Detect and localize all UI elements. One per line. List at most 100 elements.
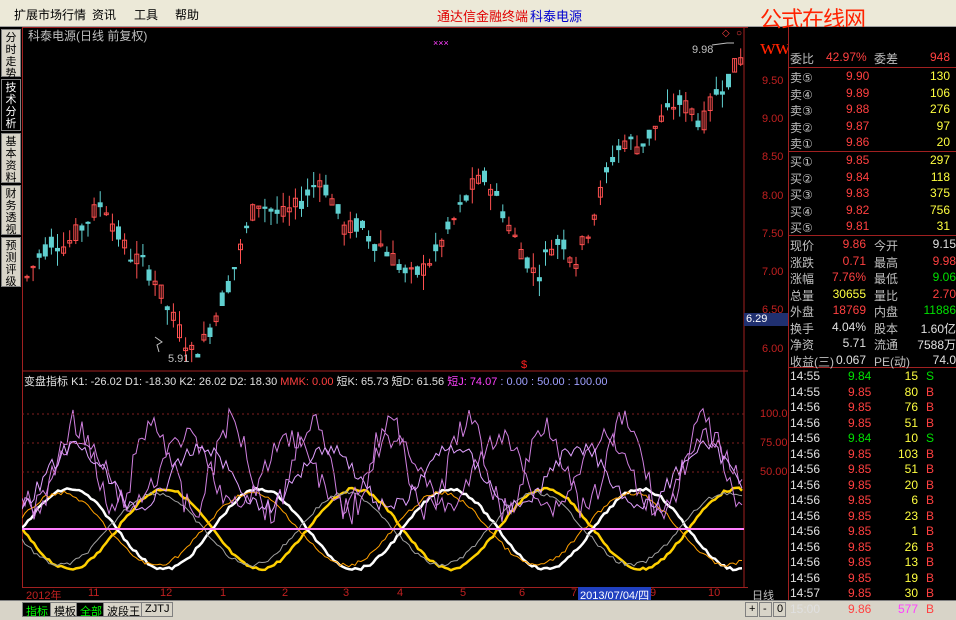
tick-side: B bbox=[926, 555, 935, 569]
ask-row: 卖③ 9.88 276 bbox=[790, 102, 950, 119]
candle-body bbox=[244, 225, 250, 229]
menu-extended-market[interactable]: 扩展市场行情 bbox=[14, 6, 86, 23]
ask-price: 9.89 bbox=[846, 85, 870, 100]
ask-row: 卖④ 9.89 106 bbox=[790, 86, 950, 103]
tick-price: 9.84 bbox=[848, 431, 872, 445]
stat-row: 外盘 18769 内盘 11886 bbox=[790, 303, 956, 320]
candle-body bbox=[726, 73, 731, 88]
tick-volume: 1 bbox=[911, 524, 918, 538]
bid-volume: 118 bbox=[930, 169, 950, 184]
tab-rating[interactable]: 预测评级 bbox=[1, 237, 21, 288]
high-price-label: 9.98 bbox=[692, 44, 714, 56]
stat-label: 外盘 bbox=[790, 305, 815, 319]
circle-icon[interactable]: ○ bbox=[736, 28, 742, 39]
candle-body bbox=[646, 129, 652, 139]
stat-label: 涨跌 bbox=[790, 255, 815, 270]
candle-body bbox=[262, 206, 268, 209]
tab-technical[interactable]: 技术分析 bbox=[1, 79, 21, 131]
tick-volume: 30 bbox=[904, 586, 918, 600]
candle-body bbox=[116, 226, 121, 240]
candle-body bbox=[55, 247, 60, 252]
candlestick-series bbox=[24, 48, 744, 363]
tick-price: 9.85 bbox=[848, 524, 872, 538]
candle-body bbox=[231, 266, 237, 270]
candle-body bbox=[48, 236, 54, 248]
diamond-icon[interactable]: ◇ bbox=[722, 28, 730, 39]
stat-value: 0.71 bbox=[842, 253, 866, 268]
bid-price: 9.83 bbox=[846, 186, 870, 200]
candle-body bbox=[414, 266, 420, 275]
tab-all[interactable]: 全部 bbox=[76, 602, 106, 618]
tab-basic-info[interactable]: 基本资料 bbox=[1, 133, 21, 184]
candle-body bbox=[128, 259, 134, 262]
tab-timeshare[interactable]: 分时走势 bbox=[1, 29, 21, 80]
ask-price: 9.88 bbox=[846, 102, 870, 116]
candle-body bbox=[451, 218, 457, 221]
indicator-name[interactable]: 变盘指标 bbox=[24, 376, 68, 388]
menu-help[interactable]: 帮助 bbox=[175, 6, 199, 23]
stat-label: 换手 bbox=[790, 321, 815, 336]
tick-price: 9.85 bbox=[848, 384, 872, 399]
date-label: 3 bbox=[343, 587, 350, 599]
candle-body bbox=[665, 103, 670, 108]
tick-row: 14:55 9.84 15 S bbox=[790, 369, 934, 385]
tick-price: 9.84 bbox=[848, 369, 872, 383]
tick-time: 15:00 bbox=[790, 601, 821, 616]
tick-time: 14:56 bbox=[790, 462, 821, 476]
tick-time: 14:56 bbox=[790, 555, 821, 569]
tab-zjtj[interactable]: ZJTJ bbox=[141, 602, 174, 617]
tab-indicator[interactable]: 指标 bbox=[22, 602, 52, 618]
candle-body bbox=[274, 209, 280, 214]
candle-body bbox=[85, 221, 91, 224]
tick-volume: 103 bbox=[897, 446, 918, 461]
indicator-title-row: 变盘指标 K1: -26.02 D1: -18.30 K2: 26.02 D2:… bbox=[24, 373, 607, 389]
reset-button[interactable]: 0 bbox=[773, 602, 786, 617]
date-label: 1 bbox=[220, 587, 227, 599]
candle-body bbox=[482, 170, 487, 183]
candle-body bbox=[299, 200, 304, 209]
k2-value: K2: 26.02 bbox=[179, 376, 227, 388]
stat-label: 净资 bbox=[790, 338, 815, 352]
bid-label: 买② bbox=[790, 171, 813, 186]
tick-price: 9.85 bbox=[848, 586, 872, 600]
stat-label: 总量 bbox=[790, 288, 815, 303]
tab-band-king[interactable]: 波段王 bbox=[103, 602, 144, 618]
candle-body bbox=[604, 167, 609, 173]
candle-body bbox=[219, 292, 225, 307]
short-k-value: 短K: 65.73 bbox=[336, 376, 389, 388]
date-label: 11 bbox=[88, 587, 100, 599]
stat-value: 7588万 bbox=[917, 338, 956, 352]
stat-value: 4.04% bbox=[831, 319, 866, 334]
tick-price: 9.85 bbox=[848, 446, 872, 461]
bid-row: 买② 9.84 118 bbox=[790, 170, 950, 187]
tick-side: B bbox=[926, 601, 935, 616]
tick-price: 9.85 bbox=[848, 462, 872, 476]
candle-body bbox=[555, 238, 561, 245]
candle-body bbox=[677, 95, 683, 105]
ask-volume: 130 bbox=[929, 69, 950, 83]
tick-volume: 51 bbox=[904, 415, 918, 430]
candle-body bbox=[79, 225, 85, 231]
tick-side: B bbox=[926, 524, 935, 538]
candle-body bbox=[36, 253, 42, 258]
ask-label: 卖③ bbox=[790, 104, 813, 118]
stat-value: 74.0 bbox=[932, 352, 956, 367]
tick-volume: 15 bbox=[904, 369, 918, 383]
stock-title: 科泰电源 bbox=[530, 9, 583, 24]
price-chart-title: 科泰电源(日线 前复权) bbox=[28, 29, 148, 43]
crosshair-price-tag: 6.29 bbox=[744, 313, 788, 326]
tab-financial[interactable]: 财务透视 bbox=[1, 185, 21, 236]
bid-row: 买① 9.85 297 bbox=[790, 153, 950, 170]
d2-value: D2: 18.30 bbox=[229, 376, 278, 388]
chart-canvas[interactable] bbox=[22, 27, 788, 587]
stat-label: 量比 bbox=[874, 288, 899, 303]
zoom-in-button[interactable]: + bbox=[745, 602, 758, 617]
tick-time: 14:57 bbox=[790, 586, 821, 600]
zoom-out-button[interactable]: - bbox=[759, 602, 772, 617]
date-label: 6 bbox=[519, 587, 526, 599]
menu-tools[interactable]: 工具 bbox=[134, 6, 158, 23]
menu-news[interactable]: 资讯 bbox=[92, 6, 116, 23]
stat-value: 5.71 bbox=[842, 336, 866, 350]
price-axis-tick: 8.00 bbox=[762, 190, 784, 202]
price-axis-tick: 9.50 bbox=[762, 75, 784, 87]
